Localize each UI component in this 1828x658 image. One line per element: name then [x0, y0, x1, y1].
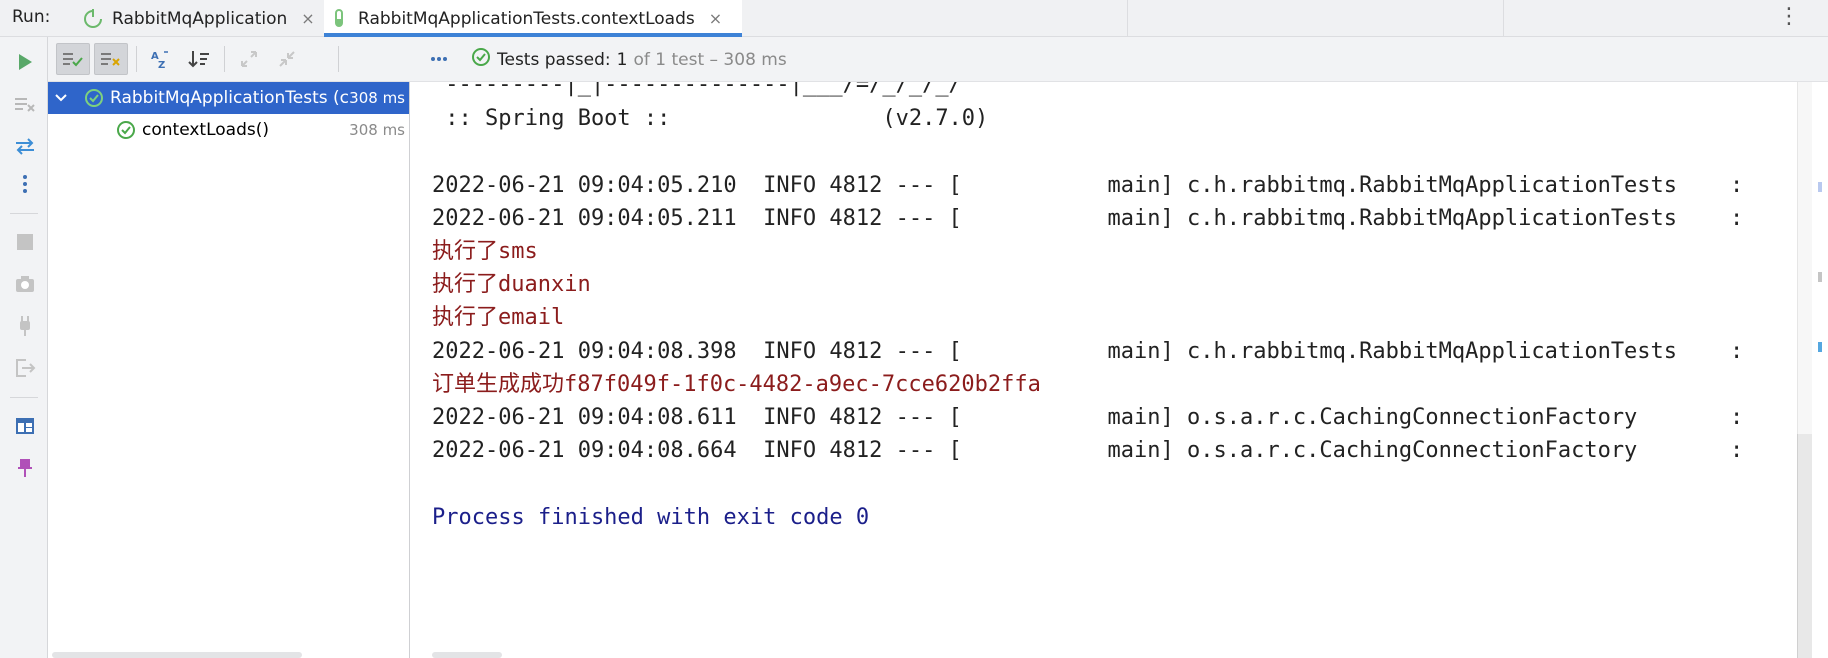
- camera-icon[interactable]: [12, 271, 38, 297]
- error-stripe: [1812, 82, 1828, 658]
- exit-message: Process finished with exit code 0: [432, 505, 870, 530]
- close-icon[interactable]: ×: [709, 9, 722, 28]
- tree-item-time: 308 ms: [349, 121, 405, 139]
- toolbar-divider: [224, 46, 225, 72]
- test-status: Tests passed: 1 of 1 test – 308 ms: [463, 37, 787, 82]
- log-line: 2022-06-21 09:04:05.210 INFO 4812 --- [ …: [432, 173, 1744, 198]
- show-ignored-button[interactable]: [94, 43, 128, 75]
- tree-item-label: RabbitMqApplicationTests (c: [110, 88, 349, 108]
- check-circle-icon: [116, 120, 136, 140]
- toolbar-divider: [338, 46, 339, 72]
- tree-item-test[interactable]: contextLoads() 308 ms: [48, 114, 409, 146]
- horizontal-scrollbar[interactable]: [52, 652, 302, 658]
- show-passed-button[interactable]: [56, 43, 90, 75]
- rerun-failed-icon[interactable]: [12, 91, 38, 117]
- stdout-line: 执行了email: [432, 305, 565, 330]
- horizontal-scrollbar[interactable]: [432, 652, 502, 658]
- more-icon[interactable]: [422, 43, 456, 75]
- run-side-toolbar: [0, 37, 48, 658]
- status-text: Tests passed:: [497, 49, 611, 70]
- exit-icon[interactable]: [12, 355, 38, 381]
- status-detail: of 1 test – 308 ms: [633, 49, 787, 70]
- toggle-auto-test-icon[interactable]: [12, 133, 38, 159]
- more-actions-icon[interactable]: [12, 171, 38, 197]
- stdout-line: 执行了sms: [432, 239, 538, 264]
- close-icon[interactable]: ×: [301, 9, 314, 28]
- passed-count: 1: [616, 49, 628, 70]
- toolbar-divider: [136, 46, 137, 72]
- check-circle-icon: [471, 47, 491, 72]
- tab-rabbitmq-application-tests[interactable]: RabbitMqApplicationTests.contextLoads ×: [324, 0, 742, 37]
- scrollbar-thumb[interactable]: [1797, 434, 1812, 658]
- stdout-line: 执行了duanxin: [432, 272, 591, 297]
- log-line: 2022-06-21 09:04:08.611 INFO 4812 --- [ …: [432, 405, 1744, 430]
- run-tab-bar: Run: RabbitMqApplication × RabbitMqAppli…: [0, 0, 1828, 37]
- pin-icon[interactable]: [12, 455, 38, 481]
- rerun-icon[interactable]: [12, 49, 38, 75]
- log-line: 2022-06-21 09:04:05.211 INFO 4812 --- [ …: [432, 206, 1744, 231]
- stop-icon[interactable]: [12, 229, 38, 255]
- chevron-down-icon[interactable]: [54, 93, 70, 103]
- spring-app-icon: [82, 8, 104, 30]
- stripe-marker[interactable]: [1818, 182, 1822, 192]
- test-tube-icon: [328, 8, 350, 30]
- test-toolbar: AZ Tests passed: 1 of 1 test – 308 ms: [48, 37, 1828, 82]
- tab-divider: [1127, 0, 1128, 37]
- svg-text:Z: Z: [158, 60, 165, 69]
- tree-item-time: 308 ms: [349, 89, 405, 107]
- stripe-marker[interactable]: [1818, 342, 1822, 352]
- test-tree: RabbitMqApplicationTests (c 308 ms conte…: [48, 82, 410, 658]
- tree-item-root[interactable]: RabbitMqApplicationTests (c 308 ms: [48, 82, 409, 114]
- stdout-line: 订单生成成功f87f049f-1f0c-4482-a9ec-7cce620b2f…: [432, 372, 1041, 397]
- spring-boot-version: :: Spring Boot :: (v2.7.0): [432, 106, 989, 131]
- run-label: Run:: [12, 7, 51, 27]
- log-line: 2022-06-21 09:04:08.398 INFO 4812 --- [ …: [432, 339, 1744, 364]
- layout-icon[interactable]: [12, 413, 38, 439]
- log-line: 2022-06-21 09:04:08.664 INFO 4812 --- [ …: [432, 438, 1744, 463]
- tree-item-label: contextLoads(): [142, 120, 269, 140]
- tab-label: RabbitMqApplication: [112, 8, 288, 29]
- tab-label: RabbitMqApplicationTests.contextLoads: [358, 8, 695, 29]
- tab-rabbitmq-application[interactable]: RabbitMqApplication ×: [78, 0, 318, 37]
- toolbar-divider: [10, 397, 38, 398]
- expand-all-icon[interactable]: [232, 43, 266, 75]
- collapse-all-icon[interactable]: [270, 43, 304, 75]
- toolbar-divider: [10, 213, 38, 214]
- sort-alphabetically-icon[interactable]: AZ: [144, 43, 178, 75]
- console-output[interactable]: ---------|_|--------------|___/=/_/_/_/ …: [411, 82, 1828, 658]
- plug-icon[interactable]: [12, 313, 38, 339]
- banner-line: ---------|_|--------------|___/=/_/_/_/: [432, 82, 962, 97]
- stripe-marker[interactable]: [1818, 272, 1822, 282]
- check-circle-icon: [84, 88, 104, 108]
- more-options-icon[interactable]: ⋮: [1778, 6, 1800, 28]
- tab-divider: [1503, 0, 1504, 37]
- sort-by-duration-icon[interactable]: [182, 43, 216, 75]
